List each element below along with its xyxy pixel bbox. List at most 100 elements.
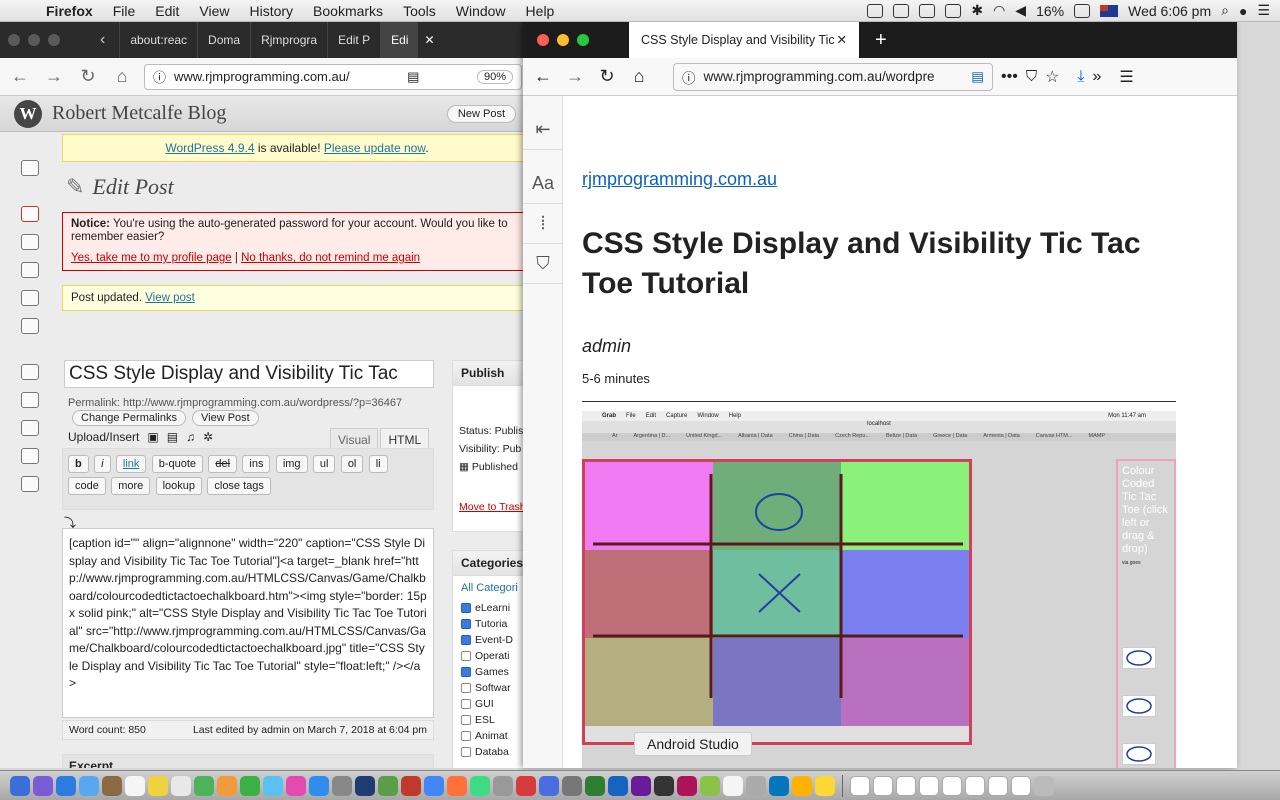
reader-view-active-icon[interactable]: ▤ (971, 69, 984, 85)
minimized-window-icon[interactable] (1011, 775, 1031, 796)
launchpad-icon[interactable] (56, 775, 76, 796)
app-icon[interactable] (792, 775, 812, 796)
app-icon[interactable] (631, 775, 651, 796)
category-item[interactable]: Databa (453, 744, 530, 760)
itunes-icon[interactable] (286, 775, 306, 796)
hamburger-menu-icon[interactable]: ☰ (1119, 67, 1133, 87)
tab-scroll-left-icon[interactable]: ‹ (100, 31, 105, 49)
qt-img-button[interactable]: img (275, 455, 308, 473)
minimized-window-icon[interactable] (988, 775, 1008, 796)
qt-code-button[interactable]: code (68, 477, 106, 495)
category-item[interactable]: eLearni (453, 600, 530, 616)
page-actions-icon[interactable]: ••• (1001, 68, 1018, 86)
home-icon[interactable]: ⌂ (110, 66, 134, 87)
draggable-o-piece[interactable] (1122, 743, 1156, 765)
chrome-icon[interactable] (424, 775, 444, 796)
qt-lookup-button[interactable]: lookup (155, 477, 203, 495)
photos-icon[interactable] (217, 775, 237, 796)
users-icon[interactable] (21, 420, 39, 436)
all-categories-tab[interactable]: All Categori (453, 576, 530, 600)
qt-blockquote-button[interactable]: b-quote (151, 455, 204, 473)
tray-tool-icon[interactable] (893, 3, 910, 18)
profile-page-link[interactable]: Yes, take me to my profile page (71, 252, 232, 264)
tab-rjmprogramming[interactable]: Rjmprogra (250, 22, 327, 58)
qt-close-tags-button[interactable]: close tags (207, 477, 271, 495)
excerpt-box-header[interactable]: Excerpt (62, 754, 434, 768)
minimized-window-icon[interactable] (942, 775, 962, 796)
overflow-icon[interactable]: » (1093, 68, 1102, 86)
firefox-icon[interactable] (447, 775, 467, 796)
app-store-icon[interactable] (309, 775, 329, 796)
draggable-o-piece[interactable] (1122, 695, 1156, 717)
settings-icon[interactable] (21, 476, 39, 492)
category-item[interactable]: Tutoria (453, 616, 530, 632)
add-audio-icon[interactable]: ♫ (186, 430, 195, 444)
github-icon[interactable] (654, 775, 674, 796)
minimize-window-button[interactable] (28, 34, 40, 46)
siri-icon[interactable] (33, 775, 53, 796)
back-arrow-icon[interactable]: ← (8, 66, 32, 87)
new-post-button[interactable]: New Post (446, 104, 516, 123)
dismiss-notice-link[interactable]: No thanks, do not remind me again (241, 252, 420, 264)
app-icon[interactable] (539, 775, 559, 796)
posts-pin-icon[interactable] (21, 206, 39, 222)
move-to-trash-link[interactable]: Move to Trash (453, 498, 530, 516)
tray-app-icon[interactable] (867, 3, 884, 18)
terminal-icon[interactable] (378, 775, 398, 796)
menu-help[interactable]: Help (516, 3, 565, 19)
xcode-icon[interactable] (355, 775, 375, 796)
reminders-icon[interactable] (171, 775, 191, 796)
close-tab-icon[interactable]: ✕ (837, 22, 847, 58)
menu-edit[interactable]: Edit (145, 3, 189, 19)
links-icon[interactable] (21, 262, 39, 278)
menu-bookmarks[interactable]: Bookmarks (303, 3, 393, 19)
category-checkbox[interactable] (461, 635, 471, 645)
app-icon[interactable] (677, 775, 697, 796)
minimize-window-button[interactable] (557, 34, 569, 46)
menu-app-firefox[interactable]: Firefox (36, 3, 103, 19)
app-icon[interactable] (493, 775, 513, 796)
pocket-icon[interactable]: ⛉ (1026, 68, 1037, 85)
close-reader-icon[interactable]: ⇤ (523, 110, 563, 150)
html-editor-textarea[interactable]: [caption id="" align="alignnone" width="… (62, 528, 434, 718)
filezilla-icon[interactable] (401, 775, 421, 796)
app-icon[interactable] (585, 775, 605, 796)
tab-edit-post[interactable]: Edit P (327, 22, 380, 58)
tools-icon[interactable] (21, 448, 39, 464)
minimized-window-icon[interactable] (873, 775, 893, 796)
save-to-pocket-icon[interactable]: ⛉ (523, 244, 563, 284)
qt-ul-button[interactable]: ul (312, 455, 336, 473)
draggable-o-piece[interactable] (1122, 647, 1156, 669)
add-video-icon[interactable]: ▤ (167, 430, 178, 444)
volume-icon[interactable]: ◀ (1015, 2, 1026, 19)
category-checkbox[interactable] (461, 683, 471, 693)
time-machine-icon[interactable] (945, 3, 962, 18)
comments-icon[interactable] (21, 318, 39, 334)
qt-del-button[interactable]: del (208, 455, 238, 473)
forward-arrow-icon[interactable]: → (563, 66, 587, 87)
app-icon[interactable] (815, 775, 835, 796)
category-item[interactable]: Games (453, 664, 530, 680)
app-icon[interactable] (769, 775, 789, 796)
category-item[interactable]: Operati (453, 648, 530, 664)
maps-icon[interactable] (194, 775, 214, 796)
type-controls-icon[interactable]: Aa (523, 164, 563, 204)
app-icon[interactable] (746, 775, 766, 796)
minimized-window-icon[interactable] (896, 775, 916, 796)
app-icon[interactable] (562, 775, 582, 796)
pages-icon[interactable] (21, 290, 39, 306)
app-icon[interactable] (700, 775, 720, 796)
wp-version-link[interactable]: WordPress 4.9.4 (165, 141, 254, 155)
right-url-bar[interactable]: ⓘ www.rjmprogramming.com.au/wordpre ▤ (673, 62, 993, 91)
appearance-icon[interactable] (21, 364, 39, 380)
zoom-level[interactable]: 90% (476, 69, 513, 84)
back-arrow-icon[interactable]: ← (531, 66, 555, 87)
qt-bold-button[interactable]: b (68, 455, 89, 473)
calendar-icon[interactable] (125, 775, 145, 796)
qt-link-button[interactable]: link (115, 455, 147, 473)
category-item[interactable]: Animat (453, 728, 530, 744)
battery-icon[interactable] (1074, 3, 1091, 18)
view-post-link[interactable]: View post (145, 292, 195, 304)
plugins-icon[interactable] (21, 392, 39, 408)
tab-about-reader[interactable]: about:reac (119, 22, 197, 58)
